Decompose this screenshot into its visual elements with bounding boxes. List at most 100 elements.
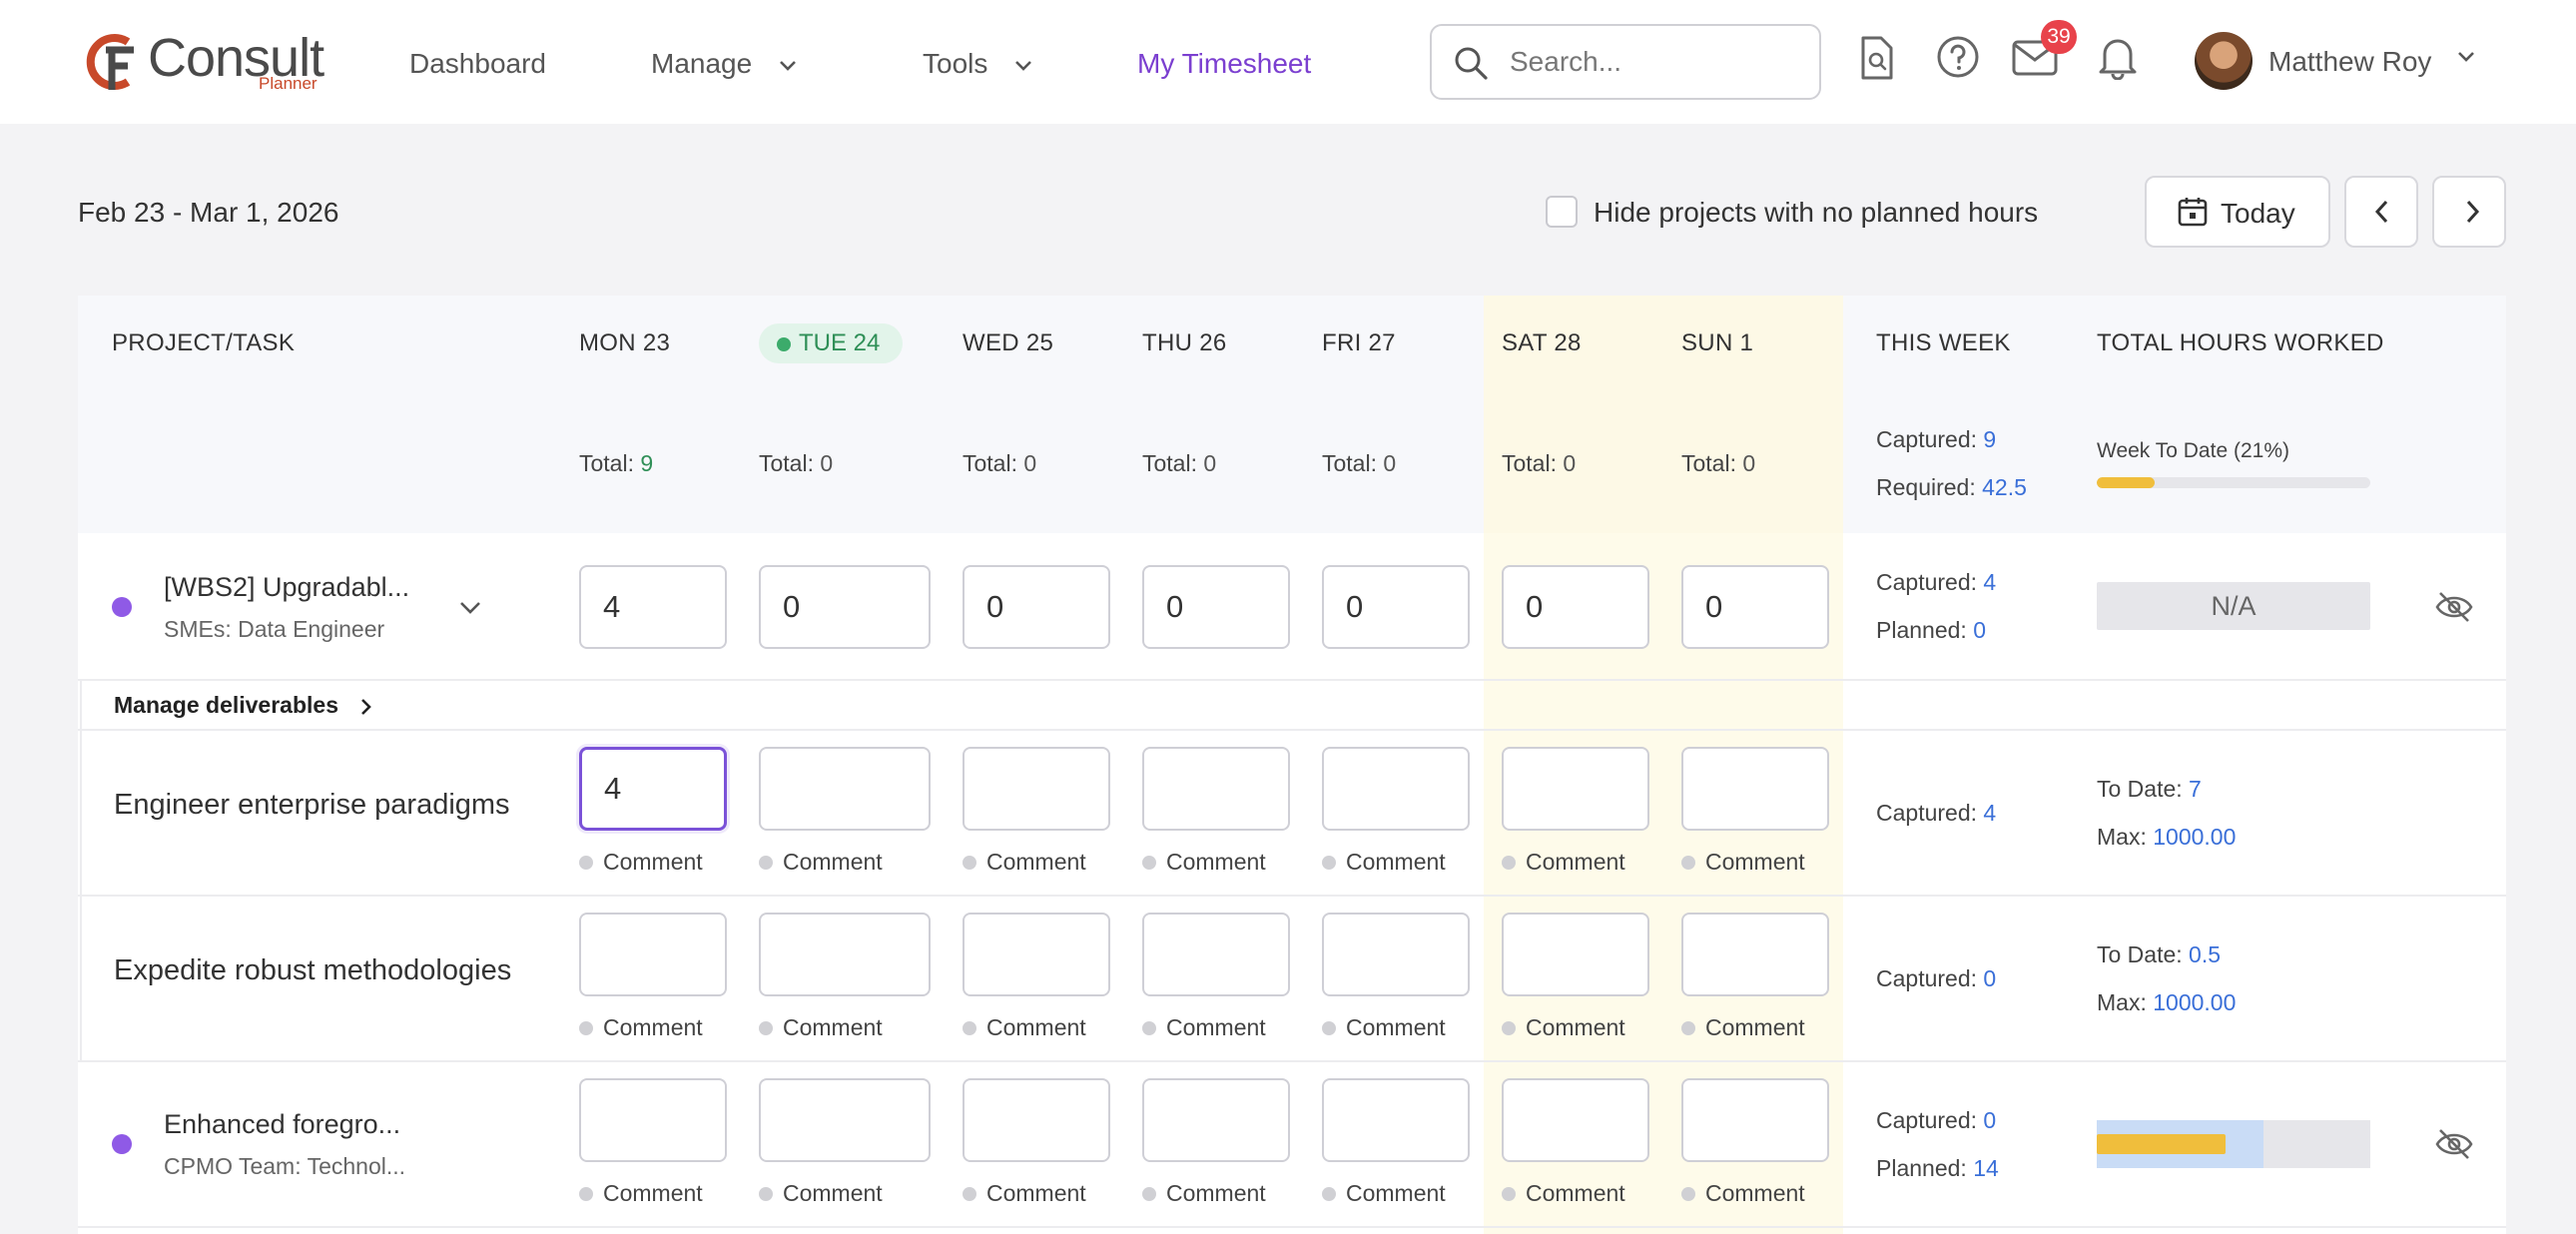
hide-projects-checkbox[interactable] xyxy=(1546,196,1578,228)
comment-link[interactable]: Comment xyxy=(963,847,1086,877)
task-max: Max: 1000.00 xyxy=(2097,986,2236,1018)
nav-tools[interactable]: Tools xyxy=(923,44,1033,84)
hours-input-thu[interactable] xyxy=(1142,747,1290,831)
hours-input-thu[interactable] xyxy=(1142,913,1290,996)
hours-input-sat[interactable] xyxy=(1502,1078,1649,1162)
hide-eye-icon[interactable] xyxy=(2434,589,2474,625)
hours-input-sun[interactable] xyxy=(1681,1078,1829,1162)
comment-link[interactable]: Comment xyxy=(1502,1012,1625,1042)
help-icon[interactable] xyxy=(1935,34,1981,80)
bell-icon[interactable] xyxy=(2097,34,2139,80)
previous-week-button[interactable] xyxy=(2344,176,2418,248)
chevron-down-icon[interactable] xyxy=(2456,50,2476,64)
hours-input-sat[interactable] xyxy=(1502,913,1649,996)
hours-input-mon[interactable] xyxy=(579,913,727,996)
project-title[interactable]: [WBS2] Upgradabl... xyxy=(164,569,409,605)
document-search-icon[interactable] xyxy=(1857,34,1897,82)
hours-input-fri[interactable] xyxy=(1322,747,1470,831)
comment-link[interactable]: Comment xyxy=(1142,1012,1266,1042)
comment-link[interactable]: Comment xyxy=(1322,847,1446,877)
row-divider xyxy=(78,729,2506,731)
today-button-label: Today xyxy=(2221,198,2295,229)
today-column-pill: TUE 24 xyxy=(759,323,903,363)
hours-input-tue[interactable] xyxy=(759,747,931,831)
hours-input-wed[interactable] xyxy=(963,1078,1110,1162)
comment-link[interactable]: Comment xyxy=(759,1012,883,1042)
consult-planner-logo[interactable]: Consult Planner xyxy=(76,28,335,98)
hours-input-tue[interactable] xyxy=(759,1078,931,1162)
hours-input-wed[interactable] xyxy=(963,565,1110,649)
week-captured: Captured: 9 xyxy=(1876,423,1996,455)
calendar-icon xyxy=(2178,198,2208,227)
hours-input-sun[interactable] xyxy=(1681,747,1829,831)
next-week-button[interactable] xyxy=(2432,176,2506,248)
comment-link[interactable]: Comment xyxy=(1142,1178,1266,1208)
hours-input-sun[interactable] xyxy=(1681,913,1829,996)
captured-label: Captured: xyxy=(1876,1107,1978,1133)
chevron-down-icon[interactable] xyxy=(457,599,483,617)
comment-link[interactable]: Comment xyxy=(1322,1178,1446,1208)
hours-input-sat[interactable] xyxy=(1502,565,1649,649)
user-avatar[interactable] xyxy=(2195,32,2253,90)
comment-link[interactable]: Comment xyxy=(1681,1012,1805,1042)
comment-link[interactable]: Comment xyxy=(579,1178,703,1208)
hours-input-thu[interactable] xyxy=(1142,565,1290,649)
total-hours-status: N/A xyxy=(2097,582,2370,630)
user-name[interactable]: Matthew Roy xyxy=(2268,42,2431,82)
hours-input-sat[interactable] xyxy=(1502,747,1649,831)
search-input[interactable] xyxy=(1510,42,1799,82)
project-subtitle: CPMO Team: Technol... xyxy=(164,1153,406,1179)
planned-value: 14 xyxy=(1973,1155,1999,1181)
task-title: Engineer enterprise paradigms xyxy=(114,789,510,821)
comment-link[interactable]: Comment xyxy=(1681,1178,1805,1208)
nav-dashboard[interactable]: Dashboard xyxy=(409,44,546,84)
captured-value: 0 xyxy=(1983,965,1997,991)
manage-deliverables-link[interactable]: Manage deliverables xyxy=(114,689,372,721)
nav-manage[interactable]: Manage xyxy=(651,44,798,84)
comment-link[interactable]: Comment xyxy=(1322,1012,1446,1042)
hours-input-mon[interactable] xyxy=(579,747,727,831)
hours-input-mon[interactable] xyxy=(579,565,727,649)
captured-value: 4 xyxy=(1983,800,1997,826)
planned-label: Planned: xyxy=(1876,617,1967,643)
hours-input-thu[interactable] xyxy=(1142,1078,1290,1162)
hours-input-wed[interactable] xyxy=(963,913,1110,996)
hours-input-wed[interactable] xyxy=(963,747,1110,831)
to-date-value: 0.5 xyxy=(2189,941,2222,967)
hours-input-mon[interactable] xyxy=(579,1078,727,1162)
total-label: Total: xyxy=(963,450,1017,476)
comment-link[interactable]: Comment xyxy=(759,1178,883,1208)
hide-eye-icon[interactable] xyxy=(2434,1126,2474,1162)
comment-link[interactable]: Comment xyxy=(1142,847,1266,877)
hours-input-sun[interactable] xyxy=(1681,565,1829,649)
planned-vs-worked-bar xyxy=(2097,1120,2370,1168)
captured-label: Captured: xyxy=(1876,800,1978,826)
comment-link[interactable]: Comment xyxy=(963,1012,1086,1042)
row-divider xyxy=(78,679,2506,681)
comment-link[interactable]: Comment xyxy=(1502,1178,1625,1208)
to-date-label: To Date: xyxy=(2097,941,2183,967)
hours-input-fri[interactable] xyxy=(1322,913,1470,996)
comment-link[interactable]: Comment xyxy=(1502,847,1625,877)
comment-link[interactable]: Comment xyxy=(579,847,703,877)
task-captured: Captured: 0 xyxy=(1876,962,1996,994)
max-value: 1000.00 xyxy=(2153,989,2237,1015)
search-box[interactable] xyxy=(1430,24,1821,100)
comment-link[interactable]: Comment xyxy=(963,1178,1086,1208)
total-label: Total: xyxy=(759,450,814,476)
hours-input-tue[interactable] xyxy=(759,913,931,996)
hours-input-tue[interactable] xyxy=(759,565,931,649)
nav-my-timesheet[interactable]: My Timesheet xyxy=(1137,44,1311,84)
project-title[interactable]: Enhanced foregro... xyxy=(164,1106,400,1142)
hours-input-fri[interactable] xyxy=(1322,1078,1470,1162)
nav-dashboard-label: Dashboard xyxy=(409,48,546,79)
comment-link[interactable]: Comment xyxy=(579,1012,703,1042)
comment-link[interactable]: Comment xyxy=(1681,847,1805,877)
comment-link[interactable]: Comment xyxy=(759,847,883,877)
mail-count-badge: 39 xyxy=(2041,20,2077,54)
today-button[interactable]: Today xyxy=(2145,176,2330,248)
manage-deliverables-label: Manage deliverables xyxy=(114,692,338,718)
header-thu: THU 26 xyxy=(1142,329,1227,356)
hide-projects-label[interactable]: Hide projects with no planned hours xyxy=(1594,193,2038,233)
hours-input-fri[interactable] xyxy=(1322,565,1470,649)
